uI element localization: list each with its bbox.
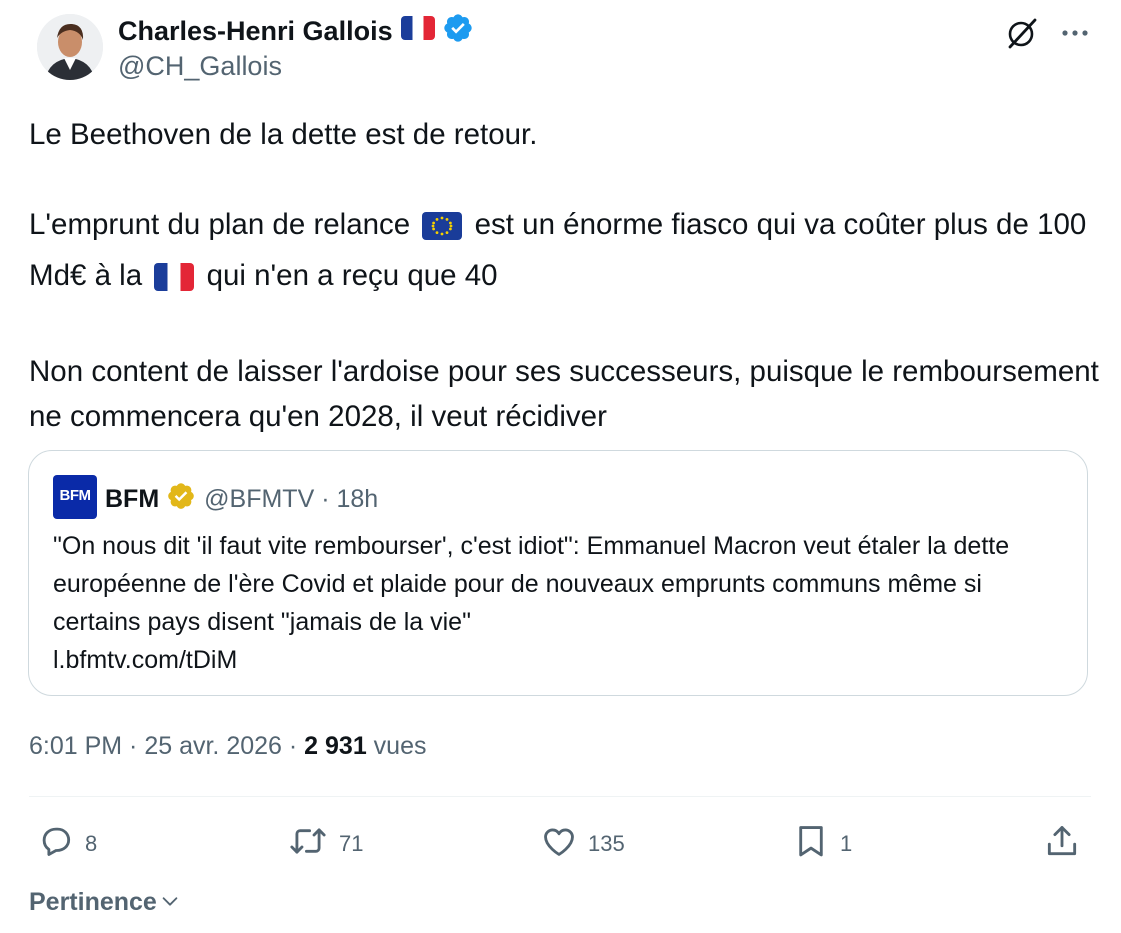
repost-count: 71 [339,831,364,856]
eu-flag-icon [422,208,463,253]
share-button[interactable] [1043,820,1081,868]
quoted-link[interactable]: l.bfmtv.com/tDiM [53,641,1073,679]
tweet-timestamp[interactable]: 6:01 PM · 25 avr. 2026 · [29,732,304,760]
bookmark-button[interactable]: 1 [792,820,852,868]
verified-badge-icon[interactable] [442,12,474,51]
author-handle[interactable]: @CH_Gallois [118,51,282,82]
sort-label: Pertinence [29,888,157,916]
tweet-paragraph-2: L'emprunt du plan de relance est un énor… [29,202,1099,304]
bookmark-icon [792,822,830,866]
repost-icon [287,822,329,866]
reply-count: 8 [85,831,98,856]
tweet-paragraph-3: Non content de laisser l'ardoise pour se… [29,355,1099,433]
author-name-row: Charles-Henri Gallois [118,12,474,51]
france-flag-icon [154,259,195,304]
tweet-meta: 6:01 PM · 25 avr. 2026 · 2 931 vues [29,732,426,761]
bookmark-count: 1 [840,831,853,856]
like-button[interactable]: 135 [540,820,625,868]
chevron-down-icon [159,890,181,919]
repost-button[interactable]: 71 [287,820,363,868]
views-label: vues [366,732,427,760]
reply-icon [37,822,75,866]
tweet-text: Le Beethoven de la dette est de retour. … [29,112,1099,439]
quoted-tweet-header: BFM @BFMTV · 18h [105,481,378,518]
bfm-logo-text: BFM [59,487,92,504]
tweet-p2-part-c: qui n'en a reçu que 40 [206,259,498,292]
grok-icon[interactable] [1005,16,1039,50]
like-count: 135 [588,831,625,856]
author-name[interactable]: Charles-Henri Gallois [118,16,393,47]
quoted-author-name[interactable]: BFM [105,485,159,514]
quoted-handle-time: @BFMTV · 18h [204,485,379,513]
verified-gold-badge-icon [166,481,196,518]
tweet-line-1: Le Beethoven de la dette est de retour. [29,118,538,151]
divider [29,796,1091,797]
reply-button[interactable]: 8 [37,820,97,868]
share-icon [1043,822,1081,866]
views-count: 2 931 [304,732,367,760]
sort-dropdown[interactable]: Pertinence [29,886,181,919]
bfm-avatar[interactable]: BFM [53,475,97,519]
avatar-image [37,14,103,80]
author-avatar[interactable] [37,14,103,80]
like-icon [540,822,578,866]
quoted-text-body: "On nous dit 'il faut vite rembourser', … [53,532,1010,636]
more-icon[interactable] [1058,16,1092,50]
france-flag-icon [400,16,435,47]
tweet-p2-part-a: L'emprunt du plan de relance [29,208,411,241]
quoted-tweet-card[interactable]: BFM BFM @BFMTV · 18h "On nous dit 'il fa… [28,450,1088,696]
quoted-tweet-text: "On nous dit 'il faut vite rembourser', … [53,527,1073,679]
